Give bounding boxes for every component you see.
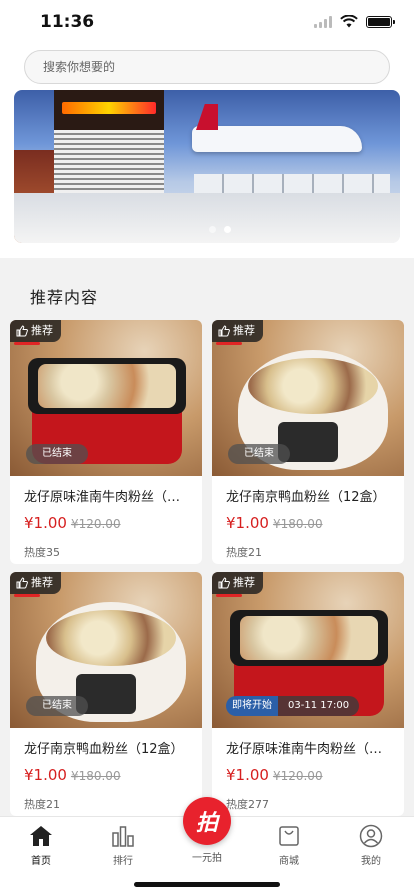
upcoming-time: 03-11 17:00: [278, 696, 360, 716]
tab-label: 一元拍: [192, 853, 222, 864]
tab-auction[interactable]: 拍 一元拍: [167, 797, 247, 867]
status-badge: 已结束: [26, 696, 88, 716]
price: ¥1.00: [24, 514, 67, 532]
price-row: ¥1.00 ¥120.00: [24, 514, 121, 532]
tab-ranking[interactable]: 排行: [82, 817, 164, 867]
thumbs-up-icon: [16, 577, 28, 589]
product-title: 龙仔原味淮南牛肉粉丝（…: [24, 490, 181, 505]
search-box[interactable]: [24, 50, 390, 84]
original-price: ¥120.00: [70, 517, 121, 531]
wifi-icon: [340, 15, 358, 28]
thumbs-up-icon: [218, 325, 230, 337]
price-row: ¥1.00 ¥180.00: [226, 514, 323, 532]
thumbs-up-icon: [218, 577, 230, 589]
auction-icon[interactable]: 拍: [183, 797, 231, 845]
tab-label: 我的: [361, 856, 381, 867]
product-card[interactable]: 推荐 已结束 龙仔南京鸭血粉丝（12盒） ¥1.00 ¥180.00 热度21: [212, 320, 404, 564]
recommend-tag: 推荐: [10, 572, 61, 597]
status-icons: [314, 15, 395, 28]
upcoming-badge: 即将开始 03-11 17:00: [226, 696, 360, 716]
recommend-tag: 推荐: [212, 320, 263, 345]
product-title: 龙仔原味淮南牛肉粉丝（…: [226, 742, 383, 757]
carousel-dot[interactable]: [209, 226, 216, 233]
home-icon: [29, 824, 53, 848]
carousel-dot-active[interactable]: [224, 226, 231, 233]
status-bar: 11:36: [0, 0, 414, 46]
heat-count: 热度21: [24, 798, 60, 811]
product-image: 推荐 已结束: [212, 320, 404, 476]
product-title: 龙仔南京鸭血粉丝（12盒）: [24, 742, 184, 757]
recommend-tag: 推荐: [212, 572, 263, 597]
tab-profile[interactable]: 我的: [330, 817, 412, 867]
thumbs-up-icon: [16, 325, 28, 337]
home-indicator: [134, 882, 280, 887]
product-card[interactable]: 推荐 已结束 龙仔南京鸭血粉丝（12盒） ¥1.00 ¥180.00 热度21: [10, 572, 202, 816]
search-input[interactable]: [25, 51, 389, 83]
original-price: ¥180.00: [70, 769, 121, 783]
recommend-tag: 推荐: [10, 320, 61, 345]
upcoming-label: 即将开始: [226, 696, 278, 716]
price: ¥1.00: [226, 514, 269, 532]
ranking-icon: [111, 824, 135, 848]
status-badge: 已结束: [26, 444, 88, 464]
product-image: 推荐 已结束: [10, 572, 202, 728]
section-header: 推荐内容: [0, 268, 414, 318]
tab-home[interactable]: 首页: [0, 817, 82, 867]
original-price: ¥120.00: [272, 769, 323, 783]
search-bar: [0, 46, 414, 88]
price: ¥1.00: [226, 766, 269, 784]
banner-airplane: [192, 126, 362, 152]
product-card[interactable]: 推荐 即将开始 03-11 17:00 龙仔原味淮南牛肉粉丝（… ¥1.00 ¥…: [212, 572, 404, 816]
original-price: ¥180.00: [272, 517, 323, 531]
heat-count: 热度21: [226, 546, 262, 559]
banner-section: [0, 88, 414, 258]
product-image: 推荐 即将开始 03-11 17:00: [212, 572, 404, 728]
recommend-tag-label: 推荐: [31, 576, 53, 589]
tab-label: 排行: [113, 856, 133, 867]
tab-mall[interactable]: 商城: [248, 817, 330, 867]
user-icon: [359, 824, 383, 848]
product-title: 龙仔南京鸭血粉丝（12盒）: [226, 490, 386, 505]
tab-label: 首页: [31, 856, 51, 867]
status-time: 11:36: [40, 12, 95, 32]
recommend-tag-label: 推荐: [233, 324, 255, 337]
price: ¥1.00: [24, 766, 67, 784]
status-badge: 已结束: [228, 444, 290, 464]
price-row: ¥1.00 ¥120.00: [226, 766, 323, 784]
battery-icon: [366, 15, 395, 28]
banner-carousel[interactable]: [14, 90, 400, 243]
section-title: 推荐内容: [30, 288, 99, 307]
heat-count: 热度35: [24, 546, 60, 559]
product-image: 推荐 已结束: [10, 320, 202, 476]
shopping-bag-icon: [277, 824, 301, 848]
signal-icon: [314, 15, 332, 28]
banner-tower-top: [54, 90, 164, 130]
banner-floor: [14, 193, 400, 243]
recommend-tag-label: 推荐: [233, 576, 255, 589]
tab-label: 商城: [279, 856, 299, 867]
carousel-dots: [209, 226, 231, 233]
product-card[interactable]: 推荐 已结束 龙仔原味淮南牛肉粉丝（… ¥1.00 ¥120.00 热度35: [10, 320, 202, 564]
price-row: ¥1.00 ¥180.00: [24, 766, 121, 784]
recommend-tag-label: 推荐: [31, 324, 53, 337]
